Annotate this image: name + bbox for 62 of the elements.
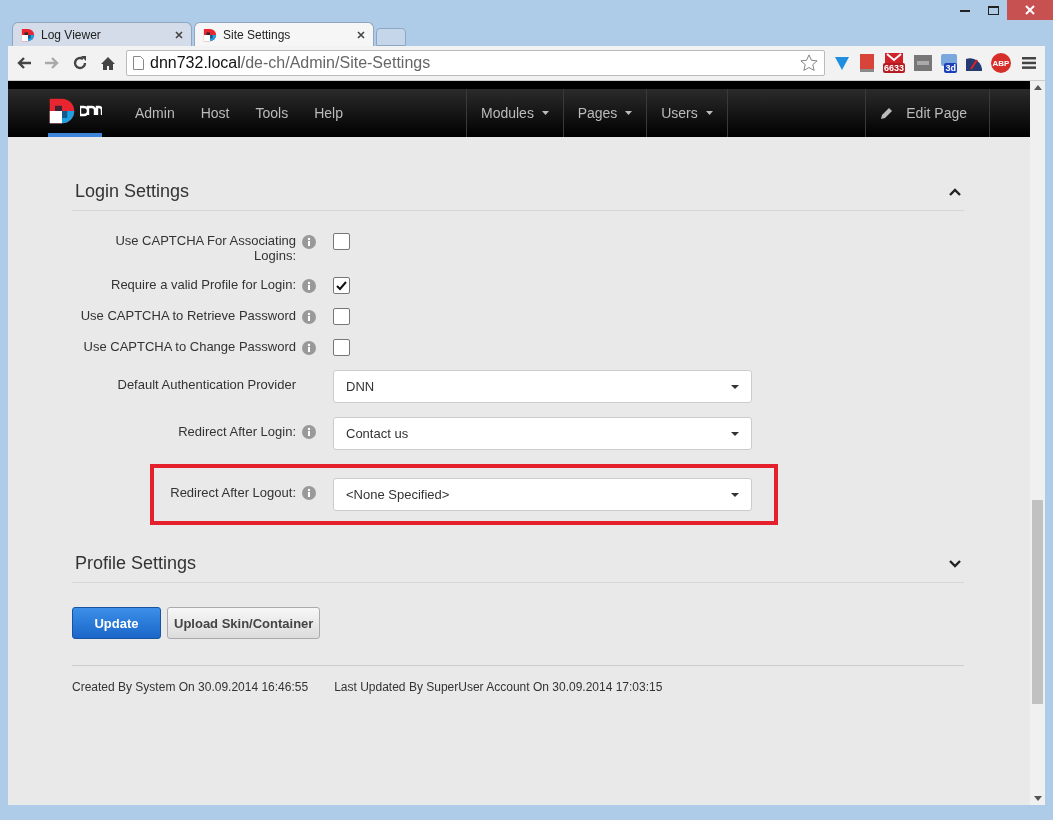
scroll-down-icon[interactable]	[1033, 796, 1042, 801]
updated-info: Last Updated By SuperUser Account On 30.09.2014 17:03:15	[334, 680, 663, 694]
keyboard-icon[interactable]	[913, 54, 933, 72]
scrollbar-thumb[interactable]	[1032, 500, 1043, 704]
nav-link[interactable]: Help	[301, 89, 356, 137]
pencil-icon	[880, 106, 895, 120]
dnn-logo-icon	[21, 27, 35, 42]
field-label: Require a valid Profile for Login:	[110, 277, 296, 292]
book-icon[interactable]	[858, 53, 875, 73]
field-label: Default Authentication Provider	[116, 376, 296, 392]
browser-tab[interactable]: Site Settings	[194, 22, 374, 46]
nav-link[interactable]: Tools	[242, 89, 302, 137]
caret-icon	[705, 111, 713, 115]
checkbox[interactable]	[333, 233, 350, 250]
nav-menu[interactable]: Users	[646, 89, 727, 137]
collapse-icon[interactable]	[949, 187, 961, 196]
edit-page-button[interactable]: Edit Page	[865, 89, 990, 137]
caret-icon	[625, 111, 633, 115]
dnn-logo-icon	[203, 27, 217, 42]
update-button[interactable]: Update	[72, 607, 161, 639]
caret-icon	[731, 431, 739, 436]
field-label: Redirect After Logout:	[169, 484, 296, 500]
caret-icon	[541, 111, 549, 115]
checkbox[interactable]	[333, 277, 350, 294]
info-icon[interactable]	[302, 310, 316, 324]
close-icon[interactable]	[175, 30, 183, 39]
info-icon[interactable]	[302, 235, 316, 249]
info-icon[interactable]	[302, 425, 316, 439]
field-label: Use CAPTCHA to Change Password	[82, 339, 296, 354]
adblock-icon[interactable]: ABP	[991, 53, 1011, 73]
info-icon[interactable]	[302, 486, 316, 500]
field-label: Redirect After Login:	[177, 423, 296, 439]
close-icon[interactable]	[1007, 0, 1053, 20]
address-bar[interactable]: dnn732.local/de-ch/Admin/Site-Settings	[126, 50, 825, 76]
section-title: Profile Settings	[75, 553, 197, 574]
created-info: Created By System On 30.09.2014 16:46:55	[72, 680, 309, 694]
caret-icon	[731, 384, 739, 389]
checkbox[interactable]	[333, 339, 350, 356]
close-icon[interactable]	[357, 30, 365, 39]
info-icon[interactable]	[302, 341, 316, 355]
wordmark-icon	[80, 105, 102, 117]
info-icon[interactable]	[302, 279, 316, 293]
star-icon[interactable]	[799, 54, 818, 72]
field-label: Use CAPTCHA For Associating Logins:	[114, 233, 296, 263]
browser-tab[interactable]: Log Viewer	[12, 22, 192, 46]
scroll-up-icon[interactable]	[1033, 85, 1042, 90]
caret-icon	[731, 492, 739, 497]
dnn-logo-icon	[48, 97, 76, 125]
nav-menu[interactable]: Modules	[465, 89, 563, 137]
checkbox[interactable]	[333, 308, 350, 325]
dropdown-field[interactable]: <None Specified>	[333, 478, 752, 511]
dropdown-field[interactable]: DNN	[333, 370, 752, 403]
page-icon	[133, 56, 144, 70]
section-title: Login Settings	[75, 181, 190, 202]
dropdown-field[interactable]: Contact us	[333, 417, 752, 450]
funnel-icon[interactable]	[832, 54, 851, 72]
nav-menu[interactable]: Pages	[562, 89, 647, 137]
nav-link[interactable]: Host	[187, 89, 243, 137]
upload-button[interactable]: Upload Skin/Container	[167, 607, 321, 639]
nav-link[interactable]: Admin	[122, 89, 188, 137]
expand-icon[interactable]	[949, 559, 961, 568]
field-label: Use CAPTCHA to Retrieve Password	[79, 308, 296, 323]
